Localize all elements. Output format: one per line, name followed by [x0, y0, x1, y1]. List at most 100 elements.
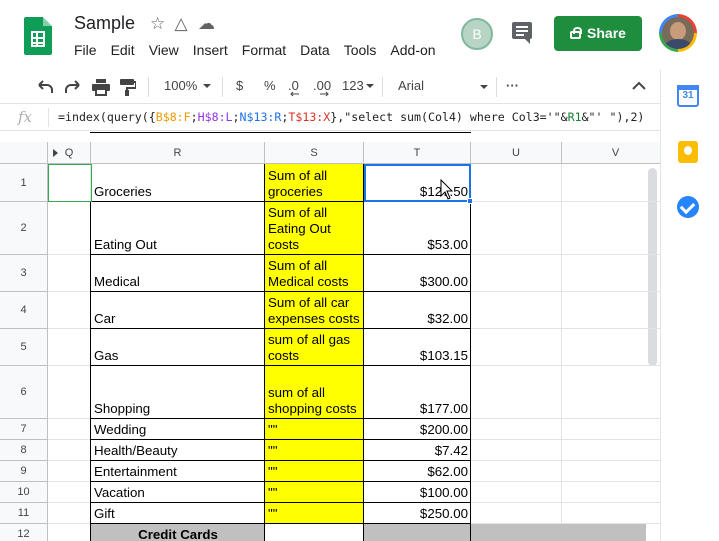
cell-r10[interactable]: Vacation: [91, 482, 265, 503]
cell-s5[interactable]: sum of all gas costs: [265, 329, 364, 366]
lock-icon: [570, 27, 583, 39]
row-header-7[interactable]: 7: [0, 419, 48, 440]
cell-r1[interactable]: Groceries: [91, 164, 265, 202]
menu-view[interactable]: View: [149, 42, 179, 58]
star-icon[interactable]: ☆: [150, 14, 174, 34]
collaborator-avatar[interactable]: B: [461, 18, 493, 50]
keep-icon[interactable]: [678, 141, 698, 163]
formula-part: N$13:R: [239, 110, 282, 124]
row-header-6[interactable]: 6: [0, 366, 48, 419]
menu-tools[interactable]: Tools: [344, 42, 377, 58]
select-all-corner[interactable]: [0, 142, 48, 164]
column-header-u[interactable]: U: [471, 142, 562, 164]
cell-s10[interactable]: "": [265, 482, 364, 503]
cell-s6[interactable]: sum of all shopping costs: [265, 366, 364, 419]
cell-t2[interactable]: $53.00: [364, 202, 471, 255]
row-header-10[interactable]: 10: [0, 482, 48, 503]
cell-t10[interactable]: $100.00: [364, 482, 471, 503]
fill-handle[interactable]: [467, 198, 473, 204]
format-percent-button[interactable]: %: [264, 78, 276, 93]
decrease-decimal-button[interactable]: .0: [288, 78, 300, 97]
print-icon[interactable]: [92, 79, 110, 96]
cell-s2[interactable]: Sum of all Eating Out costs: [265, 202, 364, 255]
cell-s11[interactable]: "": [265, 503, 364, 524]
formula-input[interactable]: =index(query({B$8:F;H$8:L;N$13:R;T$13:X}…: [58, 110, 644, 124]
row-header-2[interactable]: 2: [0, 202, 48, 255]
cell-t12[interactable]: [364, 524, 471, 541]
row-header-1[interactable]: 1: [0, 164, 48, 202]
spreadsheet-grid[interactable]: QRSTUV1GroceriesSum of all groceries$127…: [0, 132, 660, 541]
paint-format-icon[interactable]: [120, 79, 136, 96]
cell-t4[interactable]: $32.00: [364, 292, 471, 329]
account-avatar[interactable]: [659, 14, 697, 52]
share-button[interactable]: Share: [554, 16, 642, 51]
cell-r4[interactable]: Car: [91, 292, 265, 329]
cell-t11[interactable]: $250.00: [364, 503, 471, 524]
cell-s7[interactable]: "": [265, 419, 364, 440]
spreadsheet-logo-icon[interactable]: [24, 17, 52, 55]
cell-t7[interactable]: $200.00: [364, 419, 471, 440]
redo-icon[interactable]: [64, 80, 82, 94]
row-header-4[interactable]: 4: [0, 292, 48, 329]
cell-r6[interactable]: Shopping: [91, 366, 265, 419]
collapse-chevron-icon[interactable]: [632, 81, 646, 90]
calendar-icon[interactable]: 31: [677, 85, 699, 107]
cell-t3[interactable]: $300.00: [364, 255, 471, 292]
selected-range-q1: [48, 164, 92, 202]
menu-data[interactable]: Data: [300, 42, 330, 58]
cell-s9[interactable]: "": [265, 461, 364, 482]
menu-file[interactable]: File: [74, 42, 97, 58]
column-header-t[interactable]: T: [364, 142, 471, 164]
cell-t9[interactable]: $62.00: [364, 461, 471, 482]
column-hidden-arrow-icon[interactable]: [53, 149, 58, 157]
zoom-select[interactable]: 100%: [164, 78, 212, 93]
toolbar: 100% $ % .0 .00 123 Arial ···: [0, 71, 660, 103]
column-header-v[interactable]: V: [562, 142, 660, 164]
row-header-9[interactable]: 9: [0, 461, 48, 482]
row-header-11[interactable]: 11: [0, 503, 48, 524]
menu-format[interactable]: Format: [242, 42, 286, 58]
row-header-12[interactable]: 12: [0, 524, 48, 541]
cell-s3[interactable]: Sum of all Medical costs: [265, 255, 364, 292]
side-panel: 31: [660, 70, 719, 541]
cell-r12[interactable]: Credit Cards: [91, 524, 265, 541]
menu-edit[interactable]: Edit: [111, 42, 135, 58]
undo-icon[interactable]: [36, 80, 54, 94]
column-header-r[interactable]: R: [91, 142, 265, 164]
cell-s12[interactable]: [265, 524, 364, 541]
comment-icon[interactable]: [512, 22, 532, 44]
formula-part: ;: [190, 110, 198, 124]
cell-r2[interactable]: Eating Out: [91, 202, 265, 255]
cell-r7[interactable]: Wedding: [91, 419, 265, 440]
column-header-s[interactable]: S: [265, 142, 364, 164]
mouse-cursor-icon: [440, 179, 454, 200]
cell-r11[interactable]: Gift: [91, 503, 265, 524]
cell-r9[interactable]: Entertainment: [91, 461, 265, 482]
font-select[interactable]: Arial: [398, 78, 488, 93]
row-header-3[interactable]: 3: [0, 255, 48, 292]
increase-decimal-button[interactable]: .00: [313, 78, 331, 97]
row-header-5[interactable]: 5: [0, 329, 48, 366]
more-toolbar-button[interactable]: ···: [506, 78, 519, 93]
cell-r3[interactable]: Medical: [91, 255, 265, 292]
cell-s4[interactable]: Sum of all car expenses costs: [265, 292, 364, 329]
drive-move-icon[interactable]: △: [174, 14, 198, 34]
scrollbar-thumb[interactable]: [648, 168, 657, 366]
more-formats-label: 123: [342, 78, 364, 93]
menu-insert[interactable]: Insert: [193, 42, 228, 58]
cell-t5[interactable]: $103.15: [364, 329, 471, 366]
document-title[interactable]: Sample: [74, 13, 135, 34]
menu-addons[interactable]: Add-on: [390, 42, 435, 58]
tasks-icon[interactable]: [677, 196, 699, 218]
cell-t6[interactable]: $177.00: [364, 366, 471, 419]
more-formats-select[interactable]: 123: [342, 78, 374, 93]
menu-bar: File Edit View Insert Format Data Tools Add-on: [74, 42, 450, 58]
cell-t8[interactable]: $7.42: [364, 440, 471, 461]
cell-s8[interactable]: "": [265, 440, 364, 461]
cell-r8[interactable]: Health/Beauty: [91, 440, 265, 461]
cloud-status-icon[interactable]: ☁: [198, 14, 222, 34]
cell-r5[interactable]: Gas: [91, 329, 265, 366]
cell-s1[interactable]: Sum of all groceries: [265, 164, 364, 202]
format-currency-button[interactable]: $: [236, 78, 243, 93]
row-header-8[interactable]: 8: [0, 440, 48, 461]
